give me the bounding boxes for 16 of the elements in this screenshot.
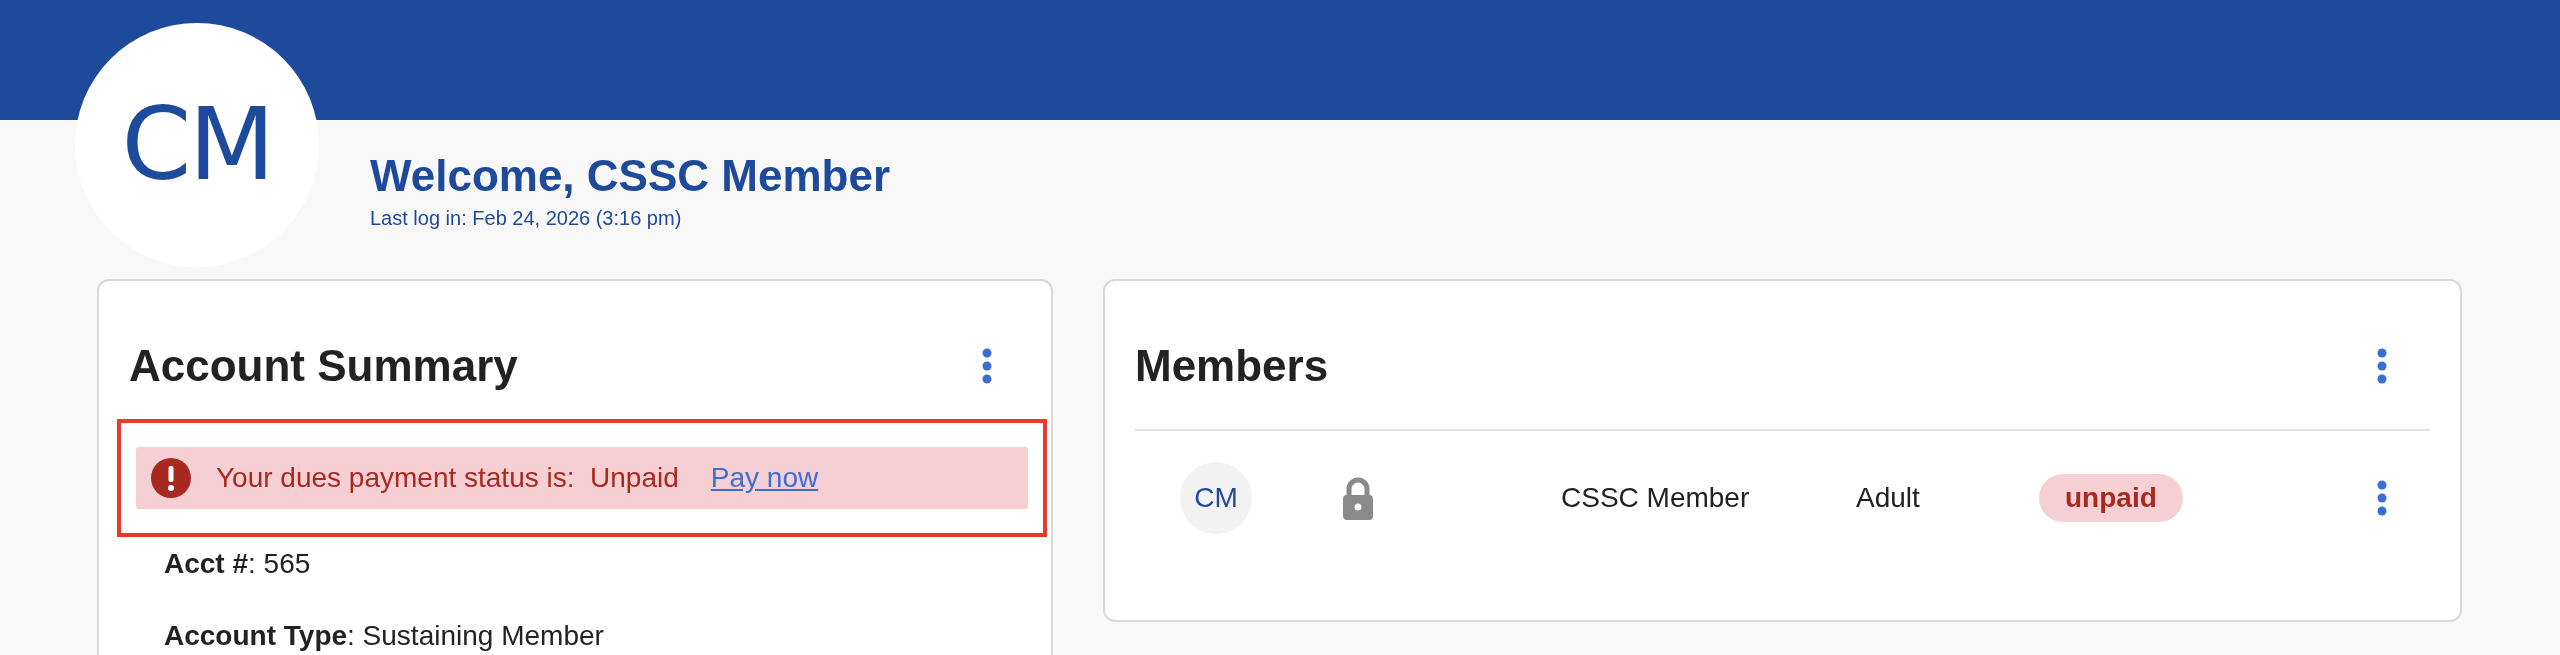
welcome-heading: Welcome, CSSC Member [370, 150, 890, 202]
card-title: Members [1135, 340, 1329, 392]
account-field: Account Type: Sustaining Member [164, 615, 604, 655]
status-badge: unpaid [2039, 474, 2183, 522]
more-options-icon[interactable] [2376, 348, 2388, 384]
more-options-icon[interactable] [981, 348, 993, 384]
card-title: Account Summary [129, 340, 518, 392]
member-avatar: CM [1180, 462, 1252, 534]
alert-icon [150, 457, 192, 499]
account-field: Acct #: 565 [164, 543, 311, 585]
more-options-icon[interactable] [2376, 480, 2388, 516]
last-login-text: Last log in: Feb 24, 2026 (3:16 pm) [370, 207, 682, 229]
member-name: CSSC Member [1561, 481, 1751, 515]
member-type: Adult [1856, 481, 1921, 515]
alert-message: Your dues payment status is: Unpaid [216, 461, 679, 495]
pay-now-link[interactable]: Pay now [710, 457, 819, 499]
